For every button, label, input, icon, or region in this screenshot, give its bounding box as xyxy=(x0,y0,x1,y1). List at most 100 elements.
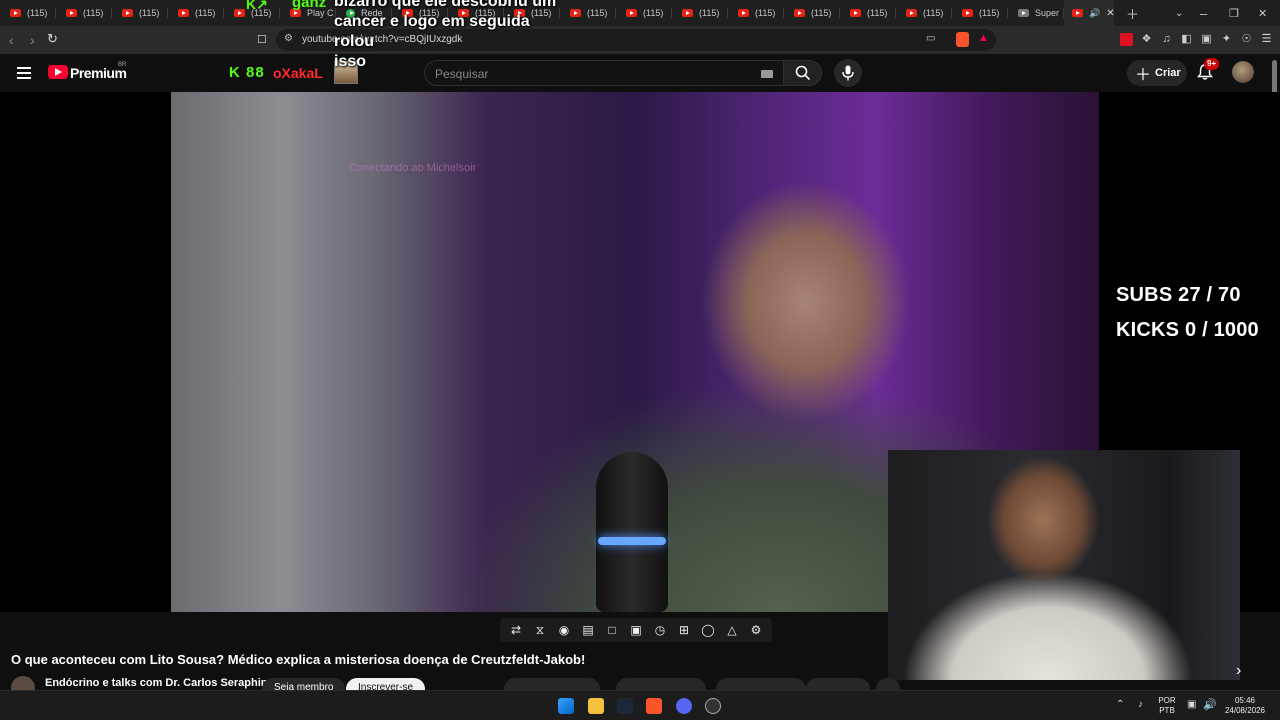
youtube-favicon-icon xyxy=(626,9,637,17)
user-avatar[interactable] xyxy=(1232,61,1254,83)
channel-avatar[interactable] xyxy=(11,676,35,690)
menu-icon[interactable]: ☰ xyxy=(1260,33,1273,46)
speaker-icon: 🔊 xyxy=(1089,7,1101,18)
youtube-favicon-icon xyxy=(906,9,917,17)
country-code: BR xyxy=(118,62,127,68)
download-button[interactable] xyxy=(716,678,806,690)
wallet-icon[interactable]: ▣ xyxy=(1200,33,1213,46)
youtube-favicon-icon xyxy=(962,9,973,17)
youtube-favicon-icon xyxy=(234,9,245,17)
eye-icon[interactable]: ◉ xyxy=(556,623,572,637)
forward-icon[interactable]: › xyxy=(30,32,35,48)
streamer-name: oXakaL xyxy=(273,65,323,81)
extension-icon[interactable] xyxy=(1120,33,1133,46)
new-tab-icon[interactable]: ＋ xyxy=(1126,0,1139,26)
connecting-text: Conectando ao Michelsoir xyxy=(349,162,477,174)
search-icon xyxy=(795,65,811,81)
clock[interactable]: 05:46 24/08/2026 xyxy=(1222,696,1268,716)
input-language[interactable]: POR PTB xyxy=(1156,696,1178,716)
browser-tab[interactable]: Super xyxy=(1008,0,1064,26)
plus-icon: ＋ xyxy=(1135,67,1152,84)
minimize-icon[interactable]: – xyxy=(1200,0,1207,26)
window-close-icon[interactable]: ✕ xyxy=(1258,0,1267,26)
notification-count-badge: 9+ xyxy=(1204,58,1220,70)
tab-title: (115) xyxy=(587,8,608,18)
save-button[interactable] xyxy=(806,678,870,690)
tray-mic-icon[interactable]: ♪ xyxy=(1138,699,1143,710)
clapper-icon[interactable]: ▤ xyxy=(580,623,596,637)
maximize-icon[interactable]: ❐ xyxy=(1229,0,1239,26)
player-extension-toolbar: ⇄ ⧖ ◉ ▤ □ ▣ ◷ ⊞ ◯ △ ⚙ xyxy=(500,618,772,642)
browser-tab[interactable]: (115) xyxy=(896,0,952,26)
search-button[interactable] xyxy=(784,60,822,86)
browser-tab[interactable]: (115) xyxy=(952,0,1008,26)
browser-tab[interactable]: (115) xyxy=(728,0,784,26)
windows-taskbar: ⌃ ♪ POR PTB ▣ 🔊 05:46 24/08/2026 xyxy=(0,690,1280,720)
keyboard-icon[interactable] xyxy=(761,70,773,78)
screen: (115) (115) (115) (115) (115) Play C Red… xyxy=(0,0,1280,720)
chevron-right-icon[interactable]: › xyxy=(1236,662,1241,680)
brave-rewards-icon[interactable]: ▲ xyxy=(978,32,989,44)
hamburger-menu-icon[interactable] xyxy=(17,67,31,79)
overlay-title-line: isso xyxy=(334,53,367,70)
share-button[interactable] xyxy=(616,678,706,690)
lab-flask-icon[interactable]: △ xyxy=(724,623,740,637)
browser-tab-active[interactable]: 🔊 ✕ xyxy=(1064,0,1114,26)
bookmark-icon[interactable]: ☐ xyxy=(257,33,267,46)
brave-browser-icon[interactable] xyxy=(646,698,662,714)
browser-tab[interactable]: (115) xyxy=(784,0,840,26)
chevron-down-icon[interactable]: ⌄ xyxy=(1175,0,1183,26)
tray-chevron-up-icon[interactable]: ⌃ xyxy=(1116,699,1124,710)
puzzle-icon[interactable]: ❖ xyxy=(1140,33,1153,46)
browser-tab[interactable]: (115) xyxy=(112,0,168,26)
picture-in-picture-icon[interactable]: ▣ xyxy=(628,623,644,637)
browser-tab[interactable]: (115) xyxy=(840,0,896,26)
settings-gear-icon[interactable]: ⚙ xyxy=(748,623,764,637)
windows-start-icon[interactable] xyxy=(558,698,574,714)
audio-icon[interactable]: ⧖ xyxy=(532,623,548,637)
browser-tab[interactable]: (115) xyxy=(0,0,56,26)
aspect-ratio-icon[interactable]: □ xyxy=(604,623,620,637)
video-title: O que aconteceu com Lito Sousa? Médico e… xyxy=(11,652,586,667)
sidebar-icon[interactable]: ◧ xyxy=(1180,33,1193,46)
volume-icon[interactable]: 🔊 xyxy=(1203,698,1217,711)
overlay-name: ganz xyxy=(292,0,327,11)
discord-icon[interactable] xyxy=(676,698,692,714)
music-icon[interactable]: ♫ xyxy=(1160,33,1173,46)
app-icon[interactable] xyxy=(705,698,721,714)
browser-tab[interactable]: (115) xyxy=(672,0,728,26)
youtube-logo-icon[interactable] xyxy=(48,65,68,79)
loop-icon[interactable]: ⇄ xyxy=(508,623,524,637)
join-button[interactable]: Seja membro xyxy=(262,678,346,690)
add-screen-icon[interactable]: ⊞ xyxy=(676,623,692,637)
network-icon[interactable]: ▣ xyxy=(1187,699,1196,710)
reload-icon[interactable]: ↻ xyxy=(47,31,58,47)
browser-tab[interactable]: (115) xyxy=(616,0,672,26)
subscribe-button[interactable]: Inscrever-se xyxy=(346,678,426,690)
browser-toolbar: ‹ › ↻ ☐ ⚙ youtube.com/watch?v=cBQjIUxzgd… xyxy=(0,26,1280,54)
steam-icon[interactable] xyxy=(617,698,633,714)
voice-search-button[interactable] xyxy=(834,59,862,87)
site-info-icon[interactable]: ⚙ xyxy=(284,33,293,44)
screenshot-icon[interactable]: ◯ xyxy=(700,623,716,637)
back-icon[interactable]: ‹ xyxy=(9,32,14,48)
file-explorer-icon[interactable] xyxy=(588,698,604,714)
browser-tab[interactable]: (115) xyxy=(168,0,224,26)
tab-title: (115) xyxy=(979,8,1000,18)
channel-name[interactable]: Endócrino e talks com Dr. Carlos Seraphi… xyxy=(45,677,271,689)
close-icon[interactable]: ✕ xyxy=(1106,8,1114,19)
cast-icon[interactable]: ▭ xyxy=(926,33,935,44)
leo-ai-icon[interactable]: ✦ xyxy=(1220,33,1233,46)
youtube-favicon-icon xyxy=(850,9,861,17)
tab-title: (115) xyxy=(699,8,720,18)
browser-tab[interactable]: (115) xyxy=(56,0,112,26)
vpn-icon[interactable]: ☉ xyxy=(1240,33,1253,46)
tab-title: (115) xyxy=(27,8,48,18)
like-button[interactable] xyxy=(504,678,600,690)
tab-title: (115) xyxy=(643,8,664,18)
brave-shield-icon[interactable] xyxy=(956,32,969,47)
speed-icon[interactable]: ◷ xyxy=(652,623,668,637)
microphone-light xyxy=(598,537,666,545)
more-options-button[interactable] xyxy=(876,678,900,690)
create-button[interactable]: ＋ Criar xyxy=(1127,60,1187,86)
